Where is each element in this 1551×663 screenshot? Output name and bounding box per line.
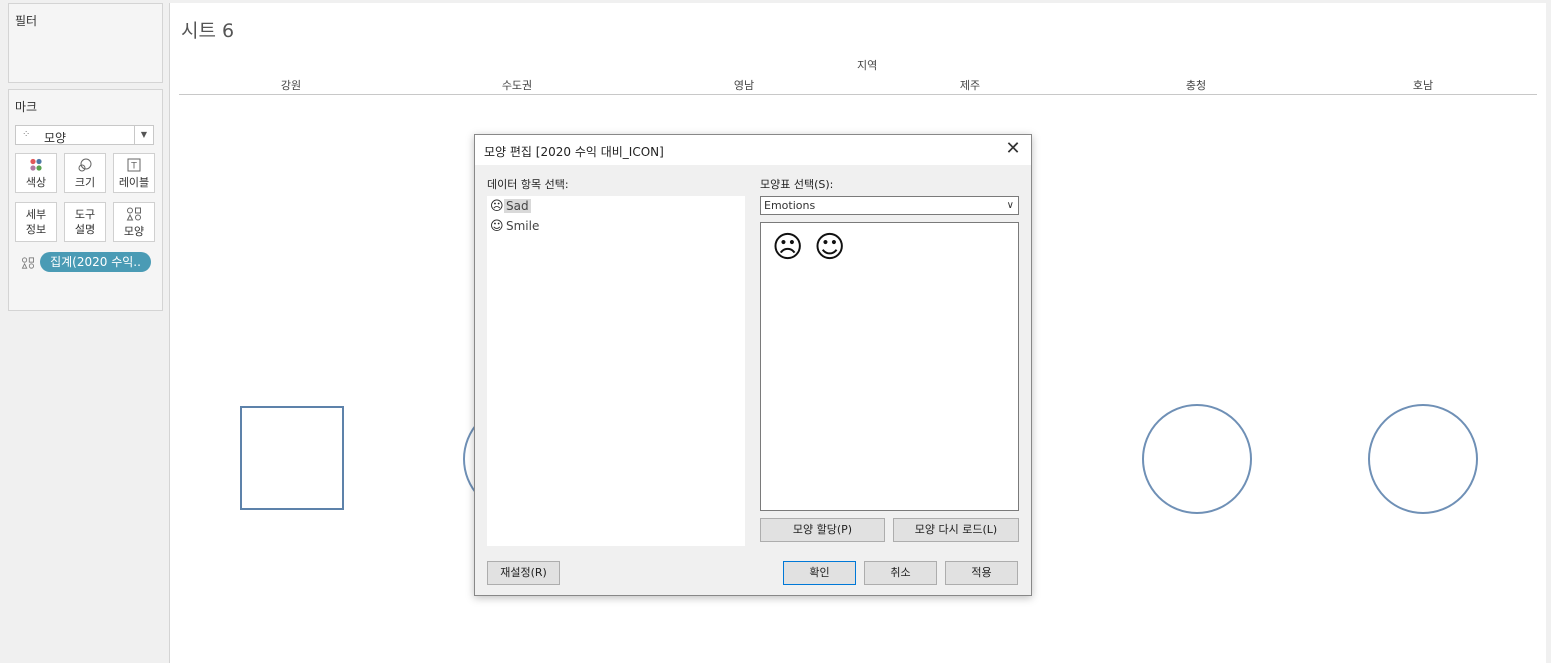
shapes-icon <box>114 207 154 224</box>
list-item[interactable]: ☹ Sad <box>490 197 531 215</box>
assign-shape-button[interactable]: 모양 할당(P) <box>760 518 885 542</box>
header-divider <box>179 94 1537 95</box>
shape-field-pill[interactable]: 집계(2020 수익.. <box>40 252 151 272</box>
sad-face-icon[interactable]: ☹ <box>772 230 803 266</box>
label-label: 레이블 <box>118 176 150 189</box>
palette-shapes-grid: ☹ ☺ <box>760 222 1019 511</box>
color-button[interactable]: 색상 <box>15 153 57 193</box>
data-items-list[interactable]: ☹ Sad ☺ Smile <box>487 196 745 546</box>
label-button[interactable]: T 레이블 <box>113 153 155 193</box>
square-mark[interactable] <box>240 406 344 510</box>
column-header[interactable]: 충청 <box>1186 77 1206 93</box>
sheet-title: 시트 6 <box>181 20 235 42</box>
mark-type-label: 모양 <box>44 131 67 145</box>
palette-label: 모양표 선택(S): <box>760 178 834 191</box>
sad-face-icon: ☹ <box>490 199 504 214</box>
text-icon: T <box>114 158 154 175</box>
column-header[interactable]: 제주 <box>960 77 980 93</box>
circle-mark[interactable] <box>1142 404 1252 514</box>
size-button[interactable]: 크기 <box>64 153 106 193</box>
column-header[interactable]: 영남 <box>734 77 754 93</box>
smile-face-icon[interactable]: ☺ <box>814 230 845 266</box>
reload-shapes-button[interactable]: 모양 다시 로드(L) <box>893 518 1019 542</box>
filters-title: 필터 <box>15 14 38 28</box>
tooltip-button[interactable]: 도구 설명 <box>64 202 106 242</box>
shapes-icon: ⁘ <box>22 129 31 140</box>
cancel-button[interactable]: 취소 <box>864 561 937 585</box>
detail-button[interactable]: 세부 정보 <box>15 202 57 242</box>
shape-label: 모양 <box>123 225 145 238</box>
ok-button[interactable]: 확인 <box>783 561 856 585</box>
size-icon <box>65 158 105 175</box>
smile-face-icon: ☺ <box>490 219 504 234</box>
reset-button[interactable]: 재설정(R) <box>487 561 560 585</box>
close-icon[interactable]: ✕ <box>1003 139 1023 159</box>
dialog-titlebar[interactable]: 모양 편집 [2020 수익 대비_ICON] ✕ <box>475 135 1031 165</box>
column-header[interactable]: 호남 <box>1413 77 1433 93</box>
chevron-down-icon[interactable]: ▼ <box>134 126 153 144</box>
chevron-down-icon: ∨ <box>1006 200 1014 211</box>
list-item[interactable]: ☺ Smile <box>490 217 541 235</box>
palette-select[interactable]: Emotions ∨ <box>760 196 1019 215</box>
shapes-icon <box>21 257 35 272</box>
color-icon <box>16 158 56 175</box>
edit-shape-dialog: 모양 편집 [2020 수익 대비_ICON] ✕ 데이터 항목 선택: ☹ Sa… <box>474 134 1032 596</box>
tooltip-label: 도구 설명 <box>74 208 96 236</box>
filters-shelf[interactable]: 필터 <box>8 3 163 83</box>
palette-value: Emotions <box>764 199 816 212</box>
circle-mark[interactable] <box>1368 404 1478 514</box>
marks-card: 마크 ⁘ 모양 ▼ 색상 크기 T 레이블 세부 정보 도구 설명 모양 집계(… <box>8 89 163 311</box>
dialog-title: 모양 편집 [2020 수익 대비_ICON] <box>484 145 664 159</box>
color-label: 색상 <box>25 176 47 189</box>
column-header[interactable]: 강원 <box>281 77 301 93</box>
mark-type-dropdown[interactable]: ⁘ 모양 ▼ <box>15 125 154 145</box>
region-header: 지역 <box>857 59 878 72</box>
data-items-label: 데이터 항목 선택: <box>487 178 569 191</box>
apply-button[interactable]: 적용 <box>945 561 1018 585</box>
size-label: 크기 <box>74 176 96 189</box>
shape-button[interactable]: 모양 <box>113 202 155 242</box>
detail-label: 세부 정보 <box>25 208 47 236</box>
marks-title: 마크 <box>15 100 38 114</box>
column-header[interactable]: 수도권 <box>502 77 532 93</box>
svg-text:T: T <box>130 162 137 172</box>
